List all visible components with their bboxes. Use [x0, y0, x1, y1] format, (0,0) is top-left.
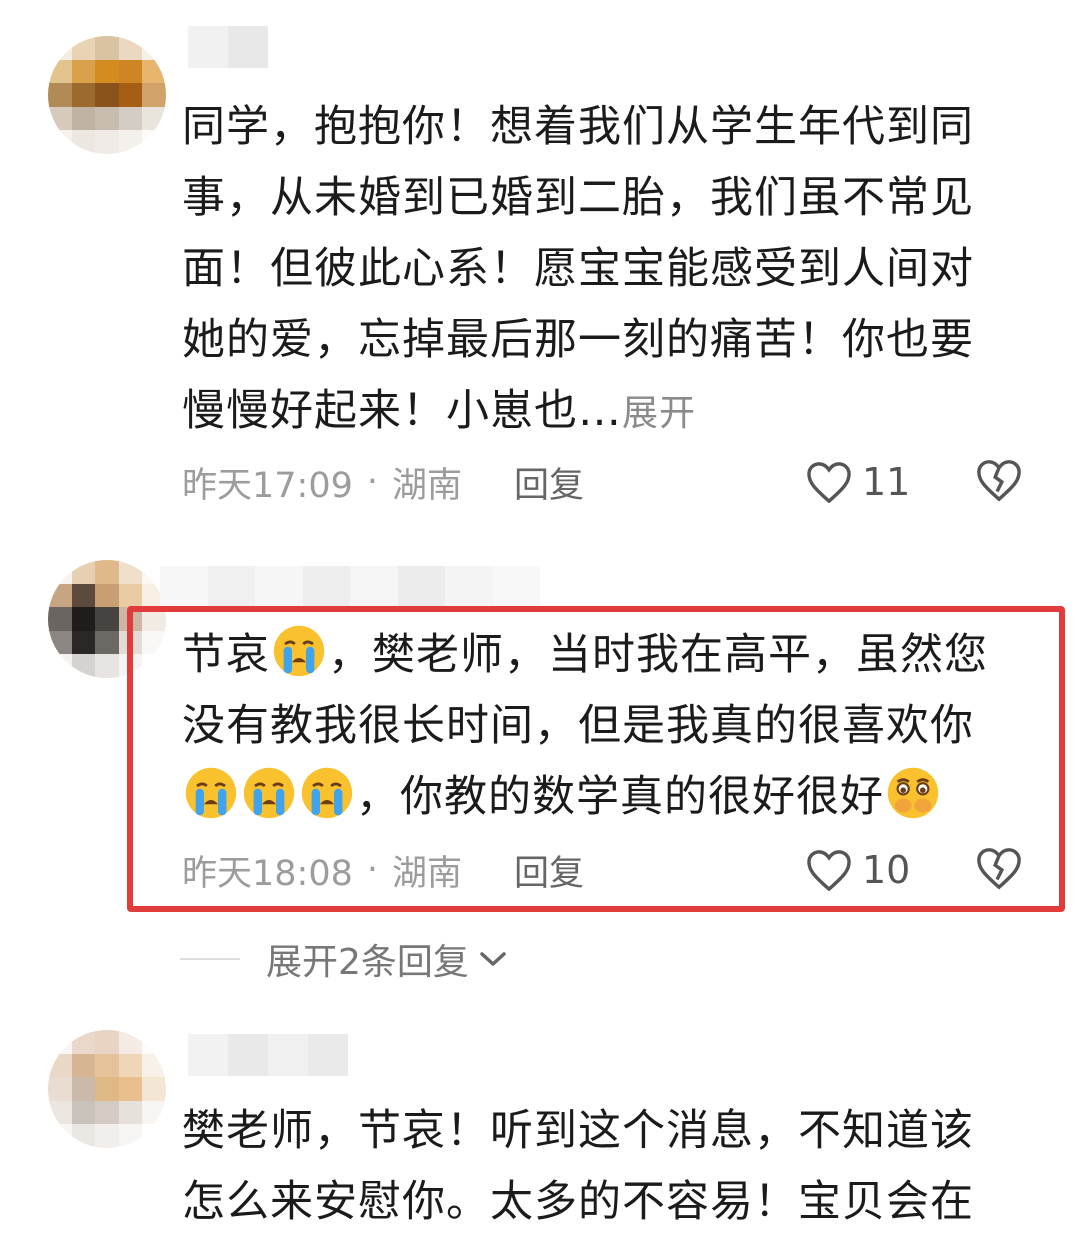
- heart-icon: [807, 462, 851, 503]
- chevron-down-icon: [480, 952, 506, 966]
- broken-heart-icon: [977, 460, 1021, 502]
- avatar[interactable]: [48, 1030, 166, 1148]
- like-button[interactable]: 11: [806, 458, 910, 506]
- divider-line: [180, 958, 240, 960]
- comment-body: 樊老师，节哀！听到这个消息，不知道该怎么来安慰你。太多的不容易！宝贝会在: [182, 1106, 974, 1227]
- comment-location: 湖南: [392, 465, 463, 506]
- meta-separator: ·: [366, 462, 379, 502]
- expand-replies-label: 展开2条回复: [266, 942, 469, 983]
- comment-text: 樊老师，节哀！听到这个消息，不知道该怎么来安慰你。太多的不容易！宝贝会在: [182, 1096, 1012, 1238]
- dislike-button[interactable]: [976, 458, 1022, 506]
- expand-link[interactable]: 展开: [622, 393, 696, 434]
- expand-replies-button[interactable]: 展开2条回复: [180, 934, 509, 984]
- comment-text: 同学，抱抱你！想着我们从学生年代到同事，从未婚到已婚到二胎，我们虽不常见面！但彼…: [182, 92, 1012, 449]
- comment-meta: 昨天17:09 · 湖南 回复: [182, 458, 584, 506]
- avatar[interactable]: [48, 36, 166, 154]
- highlight-box: [127, 606, 1065, 912]
- username-blurred[interactable]: [188, 26, 268, 68]
- username-blurred[interactable]: [160, 566, 540, 608]
- username-blurred[interactable]: [188, 1034, 348, 1076]
- reply-button[interactable]: 回复: [514, 457, 584, 508]
- comment-time: 昨天17:09: [182, 465, 353, 506]
- comment-body: 同学，抱抱你！想着我们从学生年代到同事，从未婚到已婚到二胎，我们虽不常见面！但彼…: [182, 102, 974, 436]
- like-count: 11: [862, 460, 911, 504]
